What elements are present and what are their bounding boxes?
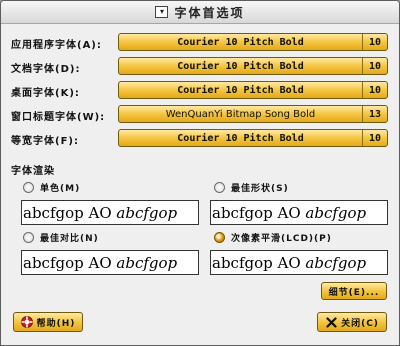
document-font-size: 10 [368, 60, 382, 72]
application-font-size: 10 [368, 36, 382, 48]
best-contrast-radio-option[interactable]: 最佳对比(N) [23, 231, 99, 244]
monospace-font-name: Courier 10 Pitch Bold [177, 132, 304, 144]
monochrome-radio[interactable] [23, 182, 34, 193]
monospace-font-button[interactable]: Courier 10 Pitch Bold 10 [118, 129, 388, 147]
subpixel-smoothing-label: 次像素平滑(LCD)(P) [231, 234, 332, 244]
monochrome-sample: abcfgop AO abcfgop [21, 200, 199, 225]
sample-italic-text: abcfgop [116, 253, 178, 272]
window-menu-icon[interactable]: ▾ [155, 6, 169, 18]
sample-plain-text: abcfgop AO [212, 203, 306, 222]
sample-plain-text: abcfgop AO [212, 253, 306, 272]
window-title-font-name: WenQuanYi Bitmap Song Bold [165, 108, 316, 120]
best-shapes-radio-option[interactable]: 最佳形状(S) [214, 181, 289, 194]
close-button[interactable]: 关闭(C) [317, 312, 387, 332]
document-font-name: Courier 10 Pitch Bold [177, 60, 304, 72]
desktop-font-button[interactable]: Courier 10 Pitch Bold 10 [118, 81, 388, 99]
close-icon [325, 316, 337, 328]
best-contrast-radio[interactable] [23, 232, 34, 243]
font-preferences-window: ▾ 字体首选项 应用程序字体(A): Courier 10 Pitch Bold… [0, 0, 400, 346]
best-shapes-sample: abcfgop AO abcfgop [210, 200, 388, 225]
desktop-font-label: 桌面字体(K): [11, 88, 80, 99]
titlebar[interactable]: ▾ 字体首选项 [1, 1, 399, 24]
help-icon [20, 316, 33, 328]
window-title-font-button[interactable]: WenQuanYi Bitmap Song Bold 13 [118, 105, 388, 123]
best-contrast-sample: abcfgop AO abcfgop [21, 250, 199, 275]
window-title: 字体首选项 [174, 5, 245, 20]
document-font-button[interactable]: Courier 10 Pitch Bold 10 [118, 57, 388, 75]
help-label: 帮助(H) [36, 318, 76, 329]
subpixel-smoothing-sample: abcfgop AO abcfgop [210, 250, 388, 275]
document-font-label: 文档字体(D): [11, 64, 81, 75]
window-title-font-size: 13 [368, 108, 382, 120]
sample-italic-text: abcfgop [305, 253, 367, 272]
sample-italic-text: abcfgop [305, 203, 367, 222]
help-button[interactable]: 帮助(H) [13, 312, 83, 332]
monochrome-label: 单色(M) [40, 184, 81, 194]
application-font-button[interactable]: Courier 10 Pitch Bold 10 [118, 33, 388, 51]
close-label: 关闭(C) [341, 318, 379, 329]
monospace-font-size: 10 [368, 132, 382, 144]
sample-plain-text: abcfgop AO [23, 253, 117, 272]
monospace-font-label: 等宽字体(F): [11, 136, 79, 147]
details-button[interactable]: 细节(E)... [321, 282, 387, 300]
desktop-font-name: Courier 10 Pitch Bold [177, 84, 304, 96]
application-font-name: Courier 10 Pitch Bold [177, 36, 304, 48]
monochrome-radio-option[interactable]: 单色(M) [23, 181, 80, 194]
desktop-font-size: 10 [368, 84, 382, 96]
sample-plain-text: abcfgop AO [23, 203, 117, 222]
best-contrast-label: 最佳对比(N) [40, 234, 99, 244]
details-label: 细节(E)... [328, 287, 380, 298]
sample-italic-text: abcfgop [116, 203, 178, 222]
best-shapes-label: 最佳形状(S) [231, 184, 289, 194]
subpixel-smoothing-radio-option[interactable]: 次像素平滑(LCD)(P) [214, 231, 332, 244]
window-title-font-label: 窗口标题字体(W): [11, 112, 106, 123]
application-font-label: 应用程序字体(A): [11, 40, 102, 51]
best-shapes-radio[interactable] [214, 182, 225, 193]
subpixel-smoothing-radio[interactable] [214, 232, 225, 243]
font-rendering-heading: 字体渲染 [11, 166, 55, 177]
